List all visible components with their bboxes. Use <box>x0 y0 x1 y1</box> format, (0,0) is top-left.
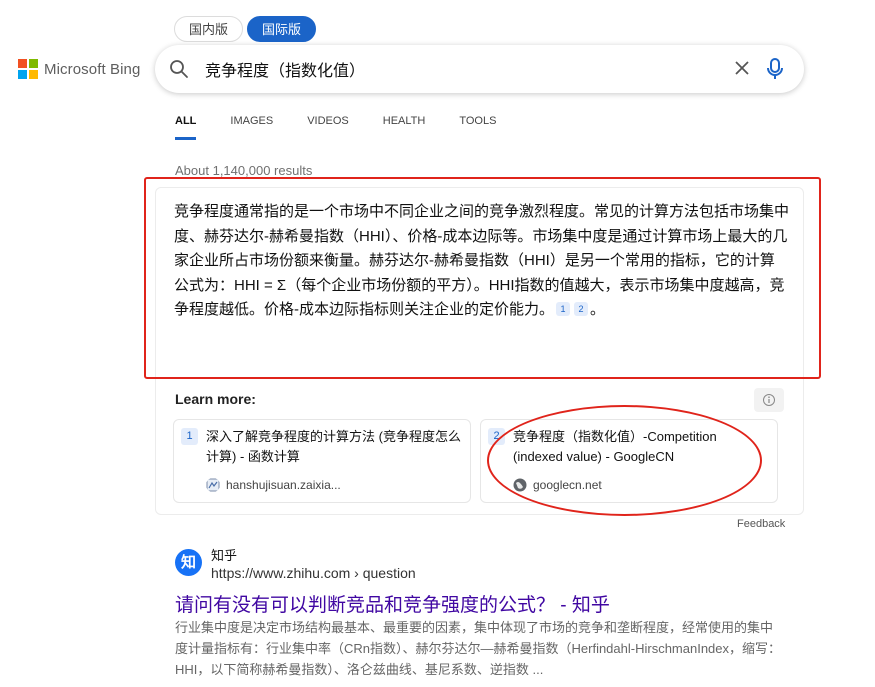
international-version-button[interactable]: 国际版 <box>247 16 317 42</box>
source-card-1[interactable]: 1 深入了解竞争程度的计算方法 (竞争程度怎么计算) - 函数计算 hanshu… <box>173 419 471 503</box>
search-tabs: ALL IMAGES VIDEOS HEALTH TOOLS <box>175 114 530 140</box>
microsoft-logo-icon <box>18 59 38 79</box>
result-site-name: 知乎 <box>211 548 238 563</box>
source-site: hanshujisuan.zaixia... <box>206 478 341 492</box>
info-button[interactable] <box>754 388 784 412</box>
result-url[interactable]: https://www.zhihu.com › question <box>211 565 416 581</box>
domestic-version-button[interactable]: 国内版 <box>174 16 244 42</box>
logo-text: Microsoft Bing <box>44 60 141 78</box>
results-count: About 1,140,000 results <box>175 163 313 178</box>
source-title[interactable]: 深入了解竞争程度的计算方法 (竞争程度怎么计算) - 函数计算 <box>206 427 461 467</box>
region-toggle: 国内版 国际版 <box>174 16 320 42</box>
tab-all[interactable]: ALL <box>175 114 197 140</box>
site-favicon-icon <box>206 478 220 492</box>
source-site-label: hanshujisuan.zaixia... <box>226 478 341 492</box>
mic-icon[interactable] <box>764 57 786 81</box>
result-snippet: 行业集中度是决定市场结构最基本、最重要的因素，集中体现了市场的竞争和垄断程度，经… <box>175 620 782 677</box>
source-number: 1 <box>181 428 198 445</box>
search-input[interactable] <box>203 59 707 79</box>
close-icon[interactable] <box>732 58 752 78</box>
zhihu-logo-icon[interactable]: 知 <box>175 549 202 576</box>
annotation-rectangle <box>144 177 821 379</box>
tab-health[interactable]: HEALTH <box>383 114 426 138</box>
search-box <box>155 45 804 93</box>
tab-tools[interactable]: TOOLS <box>459 114 496 138</box>
search-icon[interactable] <box>169 59 189 79</box>
feedback-link[interactable]: Feedback <box>737 518 785 530</box>
info-icon <box>763 394 775 406</box>
tab-images[interactable]: IMAGES <box>230 114 273 138</box>
tab-videos[interactable]: VIDEOS <box>307 114 349 138</box>
annotation-ellipse <box>487 405 762 516</box>
bing-logo[interactable]: Microsoft Bing <box>18 59 140 79</box>
learn-more-heading: Learn more: <box>175 391 256 407</box>
result-title-link[interactable]: 请问有没有可以判断竞品和竞争强度的公式？ - 知乎 <box>175 590 610 617</box>
